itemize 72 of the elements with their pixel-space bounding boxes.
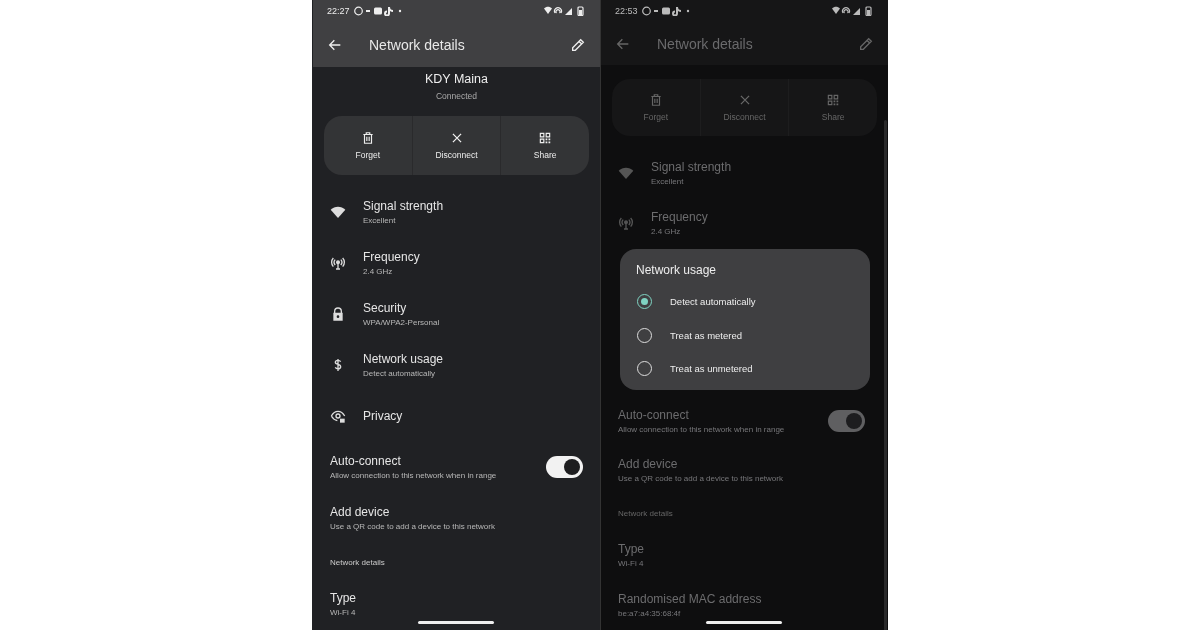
trash-icon bbox=[648, 93, 663, 108]
row-subtitle: Use a QR code to add a device to this network bbox=[330, 522, 496, 532]
toggle-switch[interactable] bbox=[828, 409, 865, 432]
trash-icon bbox=[360, 130, 375, 145]
option-label: Treat as unmetered bbox=[670, 363, 753, 375]
row-title: Add device bbox=[618, 457, 679, 472]
row-subtitle: Allow connection to this network when in range bbox=[618, 424, 786, 434]
settings-row[interactable]: Randomised MAC address be:a7:a4:35:68:4f bbox=[601, 580, 882, 630]
qr-code-icon bbox=[538, 130, 553, 145]
settings-row[interactable]: Type Wi-Fi 4 bbox=[313, 578, 600, 630]
settings-row[interactable]: Security WPA/WPA2-Personal bbox=[313, 288, 600, 340]
row-title: Privacy bbox=[363, 409, 404, 424]
settings-row[interactable]: Auto-connect Allow connection to this network when in range bbox=[601, 395, 882, 446]
option-label: Detect automatically bbox=[670, 296, 756, 308]
dialog-title: Network usage bbox=[636, 263, 718, 277]
row-subtitle: Detect automatically bbox=[363, 369, 437, 379]
screen-title: Network details bbox=[369, 36, 466, 53]
row-title: Signal strength bbox=[363, 199, 445, 214]
settings-row[interactable]: Signal strength Excellent bbox=[313, 186, 600, 238]
settings-row[interactable]: Signal strength Excellent bbox=[601, 148, 882, 199]
pencil-icon bbox=[570, 36, 586, 53]
pencil-icon bbox=[858, 35, 874, 52]
settings-row[interactable]: Auto-connect Allow connection to this network when in range bbox=[313, 441, 600, 493]
status-time: 22:27 bbox=[327, 6, 350, 16]
action-button[interactable]: Disconnect bbox=[411, 116, 501, 175]
option-label: Treat as metered bbox=[670, 329, 742, 341]
row-subtitle: Excellent bbox=[651, 177, 685, 187]
settings-row[interactable]: Add device Use a QR code to add a device to this network bbox=[601, 445, 882, 496]
row-title: Frequency bbox=[651, 210, 709, 225]
action-button[interactable]: Forget bbox=[324, 116, 412, 175]
row-subtitle: Use a QR code to add a device to this network bbox=[618, 474, 784, 484]
row-title: Add device bbox=[330, 505, 391, 520]
status-time: 22:53 bbox=[615, 6, 638, 16]
section-header: Network details bbox=[617, 508, 674, 521]
settings-row[interactable]: Frequency 2.4 GHz bbox=[601, 198, 882, 249]
lock-icon bbox=[330, 306, 346, 323]
antenna-icon bbox=[618, 215, 634, 232]
status-icons-drawing bbox=[544, 6, 586, 16]
row-title: Type bbox=[330, 591, 357, 606]
settings-row[interactable]: Network usage Detect automatically bbox=[313, 339, 600, 391]
row-subtitle: WPA/WPA2-Personal bbox=[363, 318, 441, 328]
row-title: Network usage bbox=[363, 352, 445, 367]
row-title: Frequency bbox=[363, 250, 421, 265]
row-title: Security bbox=[363, 301, 408, 316]
row-title: Type bbox=[618, 542, 645, 557]
row-subtitle: Wi-Fi 4 bbox=[330, 608, 357, 618]
settings-row[interactable]: Add device Use a QR code to add a device to this network bbox=[313, 492, 600, 544]
network-name: KDY Maina bbox=[425, 72, 488, 86]
row-subtitle: Allow connection to this network when in range bbox=[330, 471, 498, 481]
eye-lock-icon bbox=[330, 408, 346, 425]
settings-row[interactable]: Frequency 2.4 GHz bbox=[313, 237, 600, 289]
row-title: Signal strength bbox=[651, 160, 733, 175]
action-button[interactable]: Share bbox=[500, 116, 589, 175]
settings-row[interactable]: Type Wi-Fi 4 bbox=[601, 530, 882, 581]
row-subtitle: 2.4 GHz bbox=[651, 227, 682, 237]
row-subtitle: Excellent bbox=[363, 216, 397, 226]
settings-row[interactable]: Privacy bbox=[313, 390, 600, 442]
row-subtitle: be:a7:a4:35:68:4f bbox=[618, 609, 682, 619]
qr-code-icon bbox=[826, 93, 841, 108]
connection-status: Connected bbox=[435, 91, 478, 101]
notification-icons-drawing bbox=[353, 6, 404, 16]
toggle-switch[interactable] bbox=[546, 456, 583, 479]
notification-icons-drawing bbox=[641, 6, 692, 16]
row-subtitle: 2.4 GHz bbox=[363, 267, 394, 277]
row-title: Auto-connect bbox=[618, 407, 690, 422]
row-title: Randomised MAC address bbox=[618, 592, 763, 607]
antenna-icon bbox=[330, 255, 346, 272]
status-icons-drawing bbox=[832, 6, 874, 16]
screen-title: Network details bbox=[657, 35, 754, 52]
row-title: Auto-connect bbox=[330, 454, 402, 469]
row-subtitle: Wi-Fi 4 bbox=[618, 559, 645, 569]
section-header: Network details bbox=[329, 556, 386, 569]
